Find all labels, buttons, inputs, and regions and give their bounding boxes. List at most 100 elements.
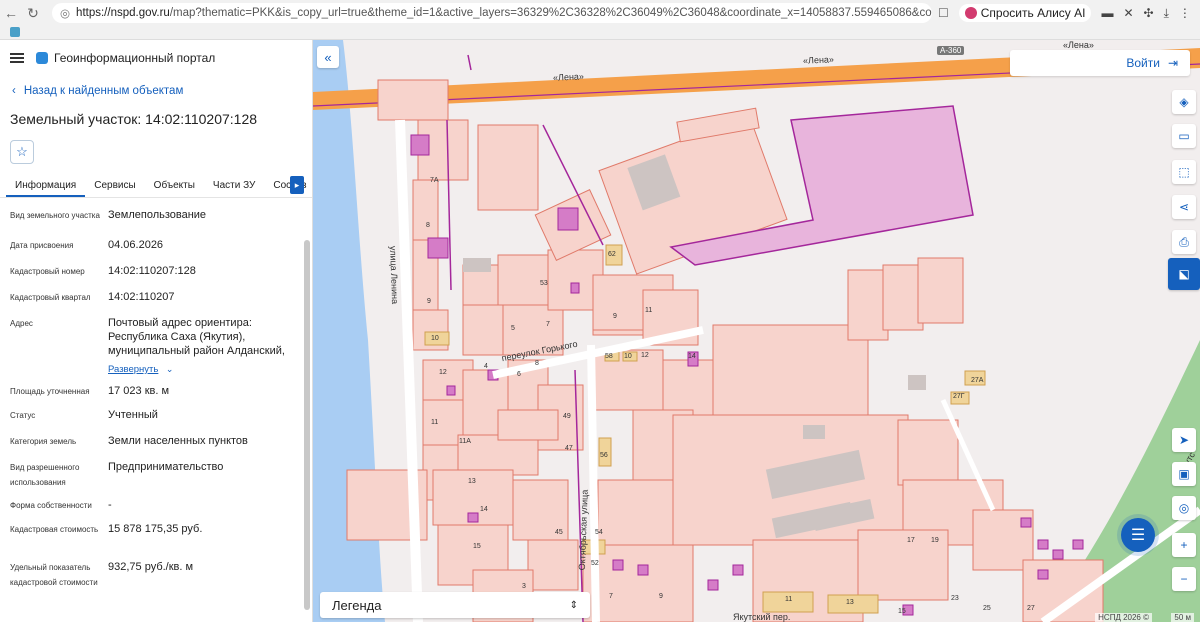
sidebar-header: Геоинформационный портал (0, 40, 312, 76)
zoom-out-button[interactable]: − (1172, 567, 1196, 591)
house-number: 47 (565, 445, 573, 452)
house-number: 27Г (953, 393, 965, 400)
property-list: Вид земельного участка Землепользование … (0, 198, 312, 602)
menu-icon[interactable]: ⋮ (1179, 6, 1191, 20)
tab-services[interactable]: Сервисы (85, 180, 144, 197)
lenina-street-label: улица Ленина (388, 245, 401, 305)
house-number: 11 (645, 307, 653, 314)
address-block: Почтовый адрес ориентира: Республика Сах… (108, 314, 298, 382)
prop-label: Вид земельного участка (10, 211, 100, 220)
back-to-results-link[interactable]: ‹ Назад к найденным объектам (0, 76, 312, 106)
geolocation-button[interactable]: ◎ (1172, 496, 1196, 520)
prop-label: Категория земель (10, 437, 77, 446)
prop-label: Статус (10, 411, 36, 420)
url-host: https://nspd.gov.ru (76, 7, 170, 19)
login-button[interactable]: Войти ⇥ (1010, 50, 1190, 76)
bookmark-icon[interactable]: ☐ (938, 6, 949, 20)
select-area-button[interactable]: ⬚ (1172, 160, 1196, 184)
basemap-button[interactable]: ▣ (1172, 462, 1196, 486)
login-label: Войти (1126, 56, 1160, 70)
prop-row: Кадастровый квартал 14:02:110207 (10, 288, 312, 314)
highway-label: «Лена» (552, 71, 585, 83)
expand-label: Развернуть (108, 364, 159, 375)
share-icon: ⋖ (1178, 200, 1190, 214)
prop-row: Адрес Почтовый адрес ориентира: Республи… (10, 314, 312, 382)
tab-parts[interactable]: Части ЗУ (204, 180, 264, 197)
ruler-icon: ▭ (1178, 129, 1190, 143)
house-number: 58 (605, 353, 613, 360)
download-icon[interactable]: ⤓ (1164, 6, 1169, 21)
prop-value: 14:02:110207:128 (108, 265, 196, 277)
map-graphics (313, 40, 1200, 622)
prop-value: Предпринимательство (108, 461, 224, 473)
chat-button[interactable]: ☰ (1121, 518, 1155, 552)
select-area-icon: ⬚ (1178, 165, 1190, 179)
map-canvas[interactable]: «Лена» «Лена» «Лена» А-360 улица Ленина … (313, 40, 1200, 622)
sidebar-scrollbar[interactable] (304, 240, 310, 610)
prop-value: Землепользование (108, 209, 207, 221)
site-info-icon[interactable]: ◎ (60, 6, 70, 20)
print-button[interactable]: ⎙ (1172, 230, 1196, 254)
house-number: 11 (431, 419, 439, 426)
prop-label: Площадь уточненная (10, 387, 90, 396)
star-icon: ☆ (16, 144, 28, 159)
prop-value: 932,75 руб./кв. м (108, 561, 194, 573)
back-icon[interactable]: ← (0, 5, 22, 21)
basemap-icon: ▣ (1178, 467, 1190, 481)
house-number: 19 (931, 537, 939, 544)
expand-link[interactable]: Развернуть ⌄ (108, 359, 298, 377)
extension-icon[interactable]: ✕ (1123, 6, 1133, 20)
back-label: Назад к найденным объектам (23, 85, 184, 97)
tab-objects[interactable]: Объекты (145, 180, 204, 197)
prop-value: 14:02:110207 (108, 291, 175, 303)
share-button[interactable]: ⋖ (1172, 195, 1196, 219)
zoom-in-button[interactable]: + (1172, 533, 1196, 557)
address-bar[interactable]: ◎ https://nspd.gov.ru /map?thematic=PKK&… (52, 3, 932, 23)
puzzle-icon[interactable]: ✣ (1144, 6, 1154, 20)
copyright-text: НСПД 2026 © (1095, 613, 1152, 622)
shield-icon[interactable]: ▬ (1101, 6, 1113, 20)
locate-button[interactable]: ➤ (1172, 428, 1196, 452)
prop-row: Кадастровая стоимость 15 878 175,35 руб. (10, 520, 312, 558)
cadastre-icon: ⬕ (1178, 267, 1190, 281)
cadastre-button[interactable]: ⬕ (1168, 258, 1200, 290)
legend-label: Легенда (332, 597, 382, 613)
prop-row: Статус Учтенный (10, 406, 312, 432)
prop-value: 15 878 175,35 руб. (108, 523, 203, 535)
ruler-button[interactable]: ▭ (1172, 124, 1196, 148)
house-number: 56 (600, 452, 608, 459)
portal-title: Геоинформационный портал (54, 51, 216, 65)
prop-value: Учтенный (108, 409, 158, 421)
prop-row: Форма собственности - (10, 496, 312, 520)
alisa-button[interactable]: Спросить Алису AI (958, 4, 1092, 22)
house-number: 10 (431, 335, 439, 342)
prop-value: - (108, 499, 112, 511)
tabs-scroll-right-icon[interactable]: ▸ (290, 176, 304, 194)
legend-dropdown[interactable]: Легенда ⇕ (320, 592, 590, 618)
house-number: 54 (595, 529, 603, 536)
tab-bar: Информация Сервисы Объекты Части ЗУ Сост… (0, 174, 312, 198)
bookmark-favicon-icon[interactable] (10, 27, 20, 37)
location-pin-icon: ◎ (1178, 501, 1190, 515)
hamburger-menu-icon[interactable] (10, 53, 24, 63)
house-number: 11 (785, 596, 793, 603)
updown-chevron-icon: ⇕ (569, 599, 578, 611)
page-title: Земельный участок: 14:02:110207:128 (10, 111, 258, 127)
layers-button[interactable]: ◈ (1172, 90, 1196, 114)
highway-label: «Лена» (1063, 40, 1094, 50)
prop-row: Площадь уточненная 17 023 кв. м (10, 382, 312, 406)
house-number: 7 (609, 593, 613, 600)
house-number: 49 (563, 413, 571, 420)
tab-info[interactable]: Информация (6, 180, 86, 197)
prop-value: 04.06.2026 (108, 239, 164, 251)
prop-label: Дата присвоения (10, 241, 74, 250)
house-number: 27А (971, 377, 984, 384)
reload-icon[interactable]: ↻ (22, 5, 44, 22)
favorite-button[interactable]: ☆ (10, 140, 34, 164)
portal-logo-icon (36, 52, 48, 64)
prop-row: Вид земельного участка Землепользование (10, 206, 312, 236)
oktyabrskaya-street (587, 344, 600, 622)
collapse-sidebar-button[interactable]: « (317, 46, 339, 68)
house-number: 11А (459, 438, 471, 445)
house-number: 9 (659, 593, 663, 600)
